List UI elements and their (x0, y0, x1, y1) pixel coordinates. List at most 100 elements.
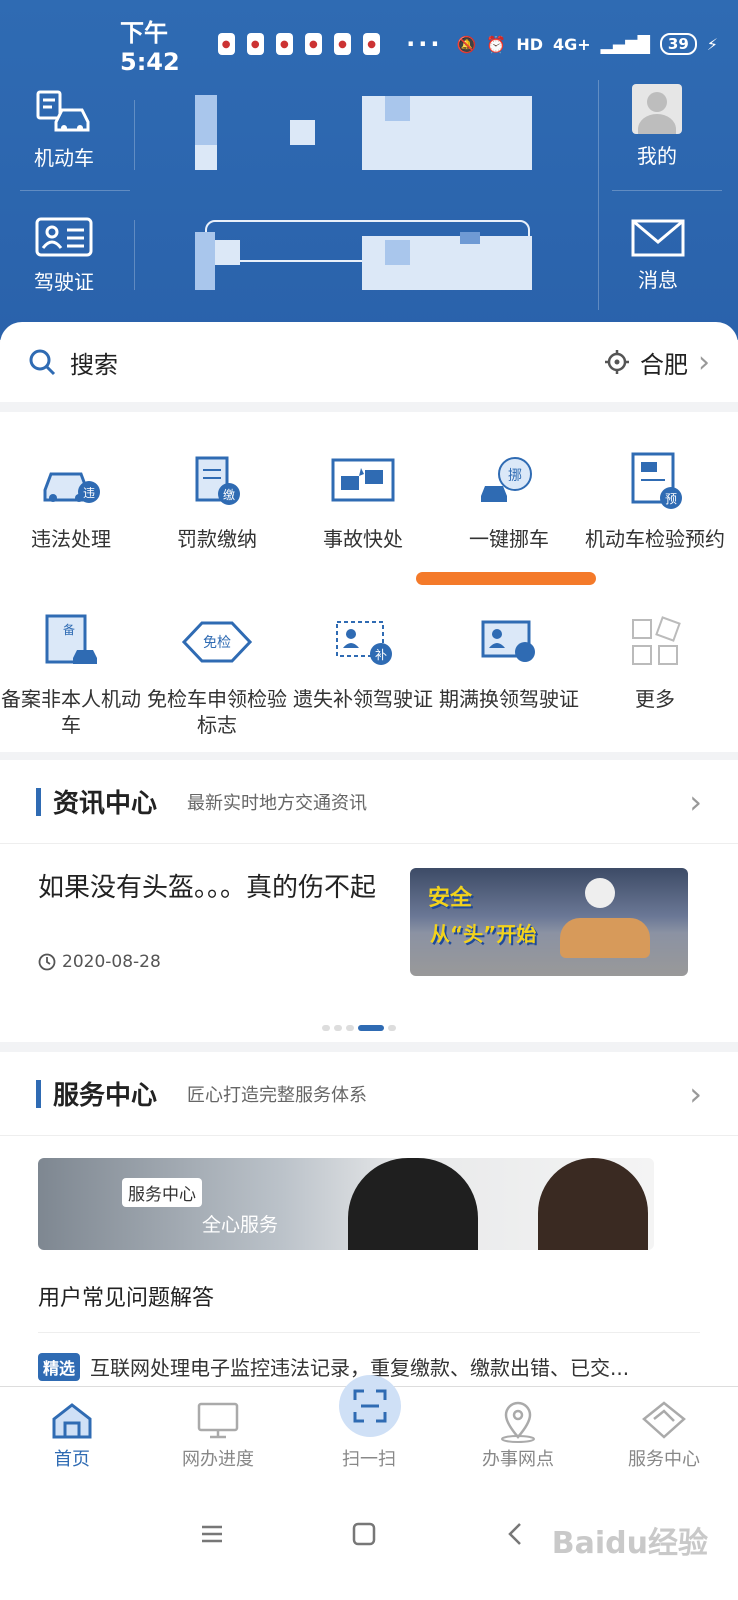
location-target-icon (605, 350, 629, 374)
vehicle-label: 机动车 (34, 146, 94, 170)
license-button[interactable]: 驾驶证 (34, 216, 94, 295)
service-violation[interactable]: 违 违法处理 (0, 442, 144, 552)
alarm-icon: ⏰ (486, 34, 507, 54)
faq-link[interactable]: 用户常见问题解答 (38, 1280, 214, 1312)
service-more[interactable]: 更多 (582, 602, 728, 712)
tab-locations[interactable]: 办事网点 (458, 1397, 578, 1471)
service-exempt-sticker[interactable]: 免检 免检车申领检验标志 (144, 602, 290, 738)
license-icon (35, 217, 93, 257)
message-label: 消息 (638, 268, 678, 292)
tab-label: 首页 (54, 1449, 90, 1470)
service-label: 免检车申领检验标志 (147, 687, 287, 737)
scan-button-circle (339, 1375, 401, 1437)
tab-home[interactable]: 首页 (12, 1397, 132, 1471)
service-grid: 违 违法处理 缴 罚款缴纳 事故快处 挪 一键挪车 预 机动车检验预约 备 备案… (0, 412, 738, 752)
featured-badge: 精选 (38, 1352, 81, 1381)
article-title[interactable]: 如果没有头盔。。。真的伤不起 (38, 870, 398, 906)
service-register-vehicle[interactable]: 备 备案非本人机动车 (0, 602, 144, 738)
reissue-license-icon: 补 (323, 602, 403, 682)
service-center-title: 服务中心 (53, 1081, 158, 1111)
svg-text:挪: 挪 (508, 468, 522, 484)
svg-text:缴: 缴 (223, 487, 235, 502)
divider (20, 190, 130, 191)
search-bar[interactable]: 搜索 合肥 › (0, 322, 738, 402)
redacted-block (460, 232, 480, 244)
news-header[interactable]: 资讯中心 最新实时地方交通资讯 › (0, 760, 738, 844)
helmet-illustration (585, 878, 615, 908)
city-selector[interactable]: 合肥 › (604, 345, 710, 380)
highlight-underline (416, 572, 596, 585)
agent-illustration (538, 1158, 648, 1250)
service-label: 罚款缴纳 (177, 527, 257, 551)
renew-license-icon (469, 602, 549, 682)
app-notification-icon: ● (275, 33, 293, 55)
service-center-header[interactable]: 服务中心 匠心打造完整服务体系 › (0, 1052, 738, 1136)
app-notification-icon: ● (333, 33, 352, 55)
article-image[interactable]: 安全 从“头”开始 (410, 868, 688, 976)
search-icon (29, 349, 56, 376)
section-accent-bar (36, 787, 41, 816)
tab-label: 扫一扫 (342, 1449, 396, 1470)
tab-scan[interactable]: 扫一扫 (309, 1375, 429, 1471)
vehicle-button[interactable]: 机动车 (34, 88, 94, 171)
tab-label: 网办进度 (182, 1449, 254, 1470)
service-renew-license[interactable]: 期满换领驾驶证 (436, 602, 582, 712)
tab-service-center[interactable]: 服务中心 (604, 1397, 724, 1471)
divider (38, 1332, 700, 1333)
image-caption: 从“头”开始 (430, 922, 537, 946)
service-center-subtitle: 匠心打造完整服务体系 (187, 1084, 368, 1106)
carousel-indicator (322, 1025, 396, 1031)
accident-icon (323, 442, 403, 522)
service-inspection-booking[interactable]: 预 机动车检验预约 (582, 442, 728, 552)
mine-button[interactable]: 我的 (632, 84, 682, 169)
service-accident[interactable]: 事故快处 (290, 442, 436, 552)
service-label: 期满换领驾驶证 (439, 687, 579, 711)
bottom-tab-bar: 首页 网办进度 扫一扫 办事网点 服务中心 (0, 1375, 738, 1482)
app-notification-icon: ● (304, 33, 322, 55)
search-label: 搜索 (70, 350, 118, 379)
location-pin-icon (501, 1401, 535, 1443)
service-reissue-license[interactable]: 补 遗失补领驾驶证 (290, 602, 436, 712)
car-violation-icon: 违 (31, 442, 111, 522)
service-label: 事故快处 (323, 527, 403, 551)
monitor-icon (197, 1402, 239, 1439)
register-vehicle-icon: 备 (31, 602, 111, 682)
status-bar: 下午5:42 ● ● ● ● ● ● ··· 🔕 ⏰ HD 4G+ ▂▄▆█ 3… (120, 19, 718, 76)
service-label: 一键挪车 (469, 527, 549, 551)
back-icon[interactable] (504, 1522, 528, 1546)
banner-tag: 服务中心 (122, 1178, 202, 1207)
service-move-car[interactable]: 挪 一键挪车 (436, 442, 582, 552)
envelope-icon (631, 219, 685, 257)
charging-icon: ⚡ (706, 34, 718, 54)
avatar (632, 84, 682, 134)
redacted-block (195, 95, 217, 145)
handshake-icon (642, 1401, 686, 1439)
news-title: 资讯中心 (53, 789, 158, 819)
watermark: Baidu经验 (551, 1526, 708, 1561)
home-icon (52, 1403, 92, 1439)
menu-icon[interactable] (200, 1522, 224, 1546)
article-date-row: 2020-08-28 (38, 952, 161, 972)
move-car-icon: 挪 (469, 442, 549, 522)
network-icon: 4G+ (553, 34, 591, 54)
article-date: 2020-08-28 (62, 952, 161, 972)
app-notification-icon: ● (217, 33, 235, 55)
signal-icon: ▂▄▆█ (600, 34, 650, 54)
service-center-section: 服务中心 匠心打造完整服务体系 › 服务中心 全心服务 用户常见问题解答 精选 … (0, 1052, 738, 1386)
redacted-block (195, 232, 215, 290)
bill-payment-icon: 缴 (177, 442, 257, 522)
service-fine-payment[interactable]: 缴 罚款缴纳 (144, 442, 290, 552)
section-accent-bar (36, 1079, 41, 1108)
scooter-illustration (560, 918, 650, 958)
service-banner[interactable]: 服务中心 全心服务 (38, 1158, 654, 1250)
tab-progress[interactable]: 网办进度 (158, 1397, 278, 1471)
news-section: 资讯中心 最新实时地方交通资讯 › 如果没有头盔。。。真的伤不起 2020-08… (0, 760, 738, 1042)
exempt-sticker-icon: 免检 (177, 602, 257, 682)
redacted-block (215, 240, 240, 265)
message-button[interactable]: 消息 (630, 218, 686, 293)
news-subtitle: 最新实时地方交通资讯 (187, 792, 368, 814)
home-square-icon[interactable] (352, 1522, 376, 1546)
svg-text:免检: 免检 (203, 635, 231, 651)
more-notifications-icon: ··· (406, 30, 443, 58)
divider (134, 220, 135, 290)
